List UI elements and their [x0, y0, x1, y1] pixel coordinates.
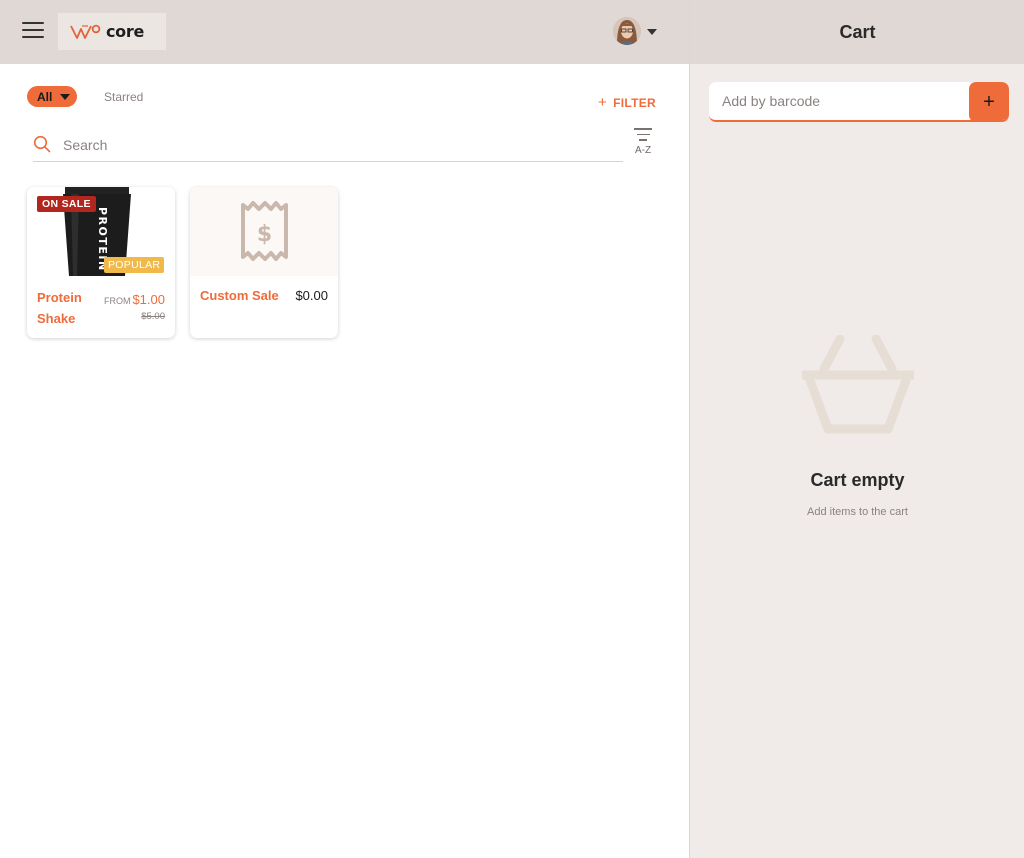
barcode-input[interactable]: [709, 82, 969, 120]
logo-mark-icon: [70, 24, 101, 39]
product-price: FROM $1.00: [104, 292, 165, 307]
price-prefix: FROM: [103, 296, 131, 306]
cart-pane: Cart + Cart empty Add items to the cart: [689, 0, 1024, 858]
svg-text:$: $: [257, 222, 272, 247]
product-name: Protein Shake: [37, 290, 82, 326]
sort-label: A-Z: [634, 144, 652, 156]
on-sale-badge: ON SALE: [37, 196, 96, 212]
user-menu-caret-icon[interactable]: [647, 29, 657, 35]
filter-button-label: FILTER: [613, 96, 656, 110]
sort-button[interactable]: A-Z: [632, 128, 654, 166]
menu-icon[interactable]: [22, 22, 44, 40]
product-name: Custom Sale: [200, 288, 279, 303]
cart-header: Cart: [690, 0, 1024, 64]
price-value: $1.00: [132, 292, 165, 307]
product-image: $: [190, 187, 338, 276]
user-avatar[interactable]: [613, 17, 641, 45]
search-input[interactable]: [63, 134, 613, 156]
filter-button[interactable]: + FILTER: [598, 94, 656, 111]
product-card-protein-shake[interactable]: PROTEIN ON SALE POPULAR Protein Shake FR…: [27, 187, 175, 338]
category-dropdown[interactable]: All: [27, 86, 77, 107]
popular-badge: POPULAR: [104, 257, 165, 273]
starred-tab[interactable]: Starred: [104, 90, 143, 104]
receipt-dollar-icon: $: [241, 201, 288, 261]
plus-icon: +: [598, 94, 608, 111]
cart-title: Cart: [839, 21, 876, 42]
barcode-field: +: [709, 82, 1009, 122]
search-bar: [33, 130, 623, 162]
cart-empty-title: Cart empty: [810, 470, 905, 490]
add-barcode-button[interactable]: +: [969, 82, 1009, 120]
logo-text: core: [106, 22, 145, 41]
sort-icon: [632, 128, 654, 141]
product-price: $0.00: [295, 288, 328, 303]
brand-logo[interactable]: core: [58, 13, 166, 50]
catalog-pane: core All Starred + FILTER Search A-Z PRO…: [0, 0, 689, 858]
cart-empty-subtitle: Add items to the cart: [807, 506, 908, 518]
category-dropdown-label: All: [37, 89, 53, 104]
basket-icon: [802, 335, 914, 434]
top-bar: core: [0, 0, 689, 64]
search-icon: [33, 135, 51, 153]
original-price: $5.00: [141, 311, 165, 322]
avatar-image: [613, 17, 641, 45]
product-card-custom-sale[interactable]: $ Custom Sale $0.00: [190, 187, 338, 338]
chevron-down-icon: [60, 93, 71, 100]
product-image: PROTEIN ON SALE POPULAR: [27, 187, 175, 276]
